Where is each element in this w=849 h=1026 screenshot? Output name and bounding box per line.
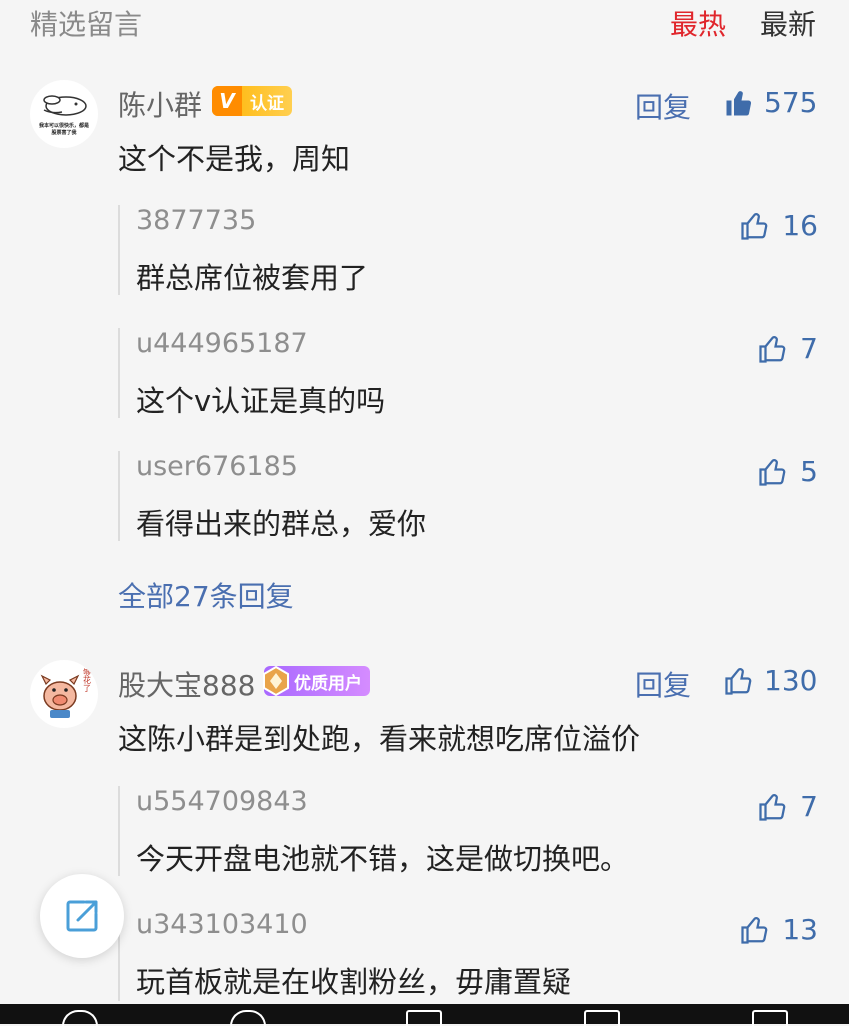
reply-item: 3877735 16 群总席位被套用了 <box>118 205 820 295</box>
thumbs-up-outline-icon <box>759 335 786 363</box>
reply-text: 群总席位被套用了 <box>136 261 369 295</box>
comments-header: 精选留言 最热 最新 <box>0 0 849 43</box>
avatar-caption-1: 我本可以很快乐，都是 <box>39 122 90 129</box>
avatar-caption-2: 股票害了我 <box>51 129 76 136</box>
reply-text: 今天开盘电池就不错，这是做切换吧。 <box>136 842 630 876</box>
reply-like-count: 5 <box>800 455 818 488</box>
reply-button[interactable]: 回复 <box>635 664 691 704</box>
reply-text: 玩首板就是在收割粉丝，毋庸置疑 <box>136 965 572 999</box>
gem-badge-icon <box>263 665 289 697</box>
like-count: 130 <box>764 664 818 697</box>
bottom-toolbar <box>0 1004 849 1026</box>
thumbs-up-outline-icon <box>741 212 768 240</box>
cartoon-rabbit-icon: 我本可以很快乐，都是 股票害了我 <box>39 95 90 136</box>
reply-username[interactable]: u343103410 <box>136 909 308 940</box>
reply-like-count: 13 <box>782 913 818 946</box>
verified-badge: V 认证 <box>212 86 292 116</box>
reply-text: 这个v认证是真的吗 <box>136 384 386 418</box>
avatar[interactable]: 我本可以很快乐，都是 股票害了我 <box>30 80 98 148</box>
reply-username[interactable]: 3877735 <box>136 205 256 236</box>
reply-button[interactable]: 回复 <box>635 86 691 126</box>
comment-text: 这个不是我，周知 <box>118 142 351 176</box>
reply-like-button[interactable]: 7 <box>758 332 818 365</box>
thumbs-up-outline-icon <box>725 667 752 695</box>
reply-username[interactable]: user676185 <box>136 451 298 482</box>
reply-text: 看得出来的群总，爱你 <box>136 507 427 541</box>
cartoon-pig-icon: 够花了 <box>40 667 92 718</box>
comment-username[interactable]: 陈小群 <box>118 84 202 124</box>
quality-user-badge: 优质用户 <box>263 665 370 697</box>
section-title: 精选留言 <box>30 8 143 41</box>
avatar-caption: 够花了 <box>83 667 92 692</box>
reply-like-button[interactable]: 5 <box>758 455 818 488</box>
like-button[interactable]: 575 <box>724 86 817 119</box>
reply-like-button[interactable]: 13 <box>740 913 818 946</box>
reply-like-button[interactable]: 7 <box>758 790 818 823</box>
avatar[interactable]: 够花了 <box>30 660 98 728</box>
reply-item: u554709843 7 今天开盘电池就不错，这是做切换吧。 <box>118 786 820 876</box>
reply-item: user676185 5 看得出来的群总，爱你 <box>118 451 820 541</box>
like-count: 575 <box>764 86 818 119</box>
tab-hottest[interactable]: 最热 <box>670 3 726 43</box>
reply-item: u343103410 13 玩首板就是在收割粉丝，毋庸置疑 <box>118 909 820 1001</box>
thumbs-up-outline-icon <box>741 916 768 944</box>
reply-item: u444965187 7 这个v认证是真的吗 <box>118 328 820 418</box>
reply-like-count: 16 <box>782 209 818 242</box>
reply-like-count: 7 <box>800 332 818 365</box>
thumbs-up-outline-icon <box>759 793 786 821</box>
write-comment-button[interactable] <box>40 874 124 958</box>
reply-like-count: 7 <box>800 790 818 823</box>
reply-like-button[interactable]: 16 <box>740 209 818 242</box>
thumbs-up-outline-icon <box>759 458 786 486</box>
reply-username[interactable]: u444965187 <box>136 328 308 359</box>
badge-label: 认证 <box>250 93 284 114</box>
comment-username[interactable]: 股大宝888 <box>118 664 255 704</box>
comment-text: 这陈小群是到处跑，看来就想吃席位溢价 <box>118 722 641 756</box>
share-edit-icon <box>66 900 98 932</box>
v-icon: V <box>212 86 242 116</box>
reply-username[interactable]: u554709843 <box>136 786 308 817</box>
thumbs-up-icon <box>726 90 752 116</box>
tab-newest[interactable]: 最新 <box>760 3 816 43</box>
like-button[interactable]: 130 <box>724 664 817 697</box>
badge-label: 优质用户 <box>294 673 362 694</box>
view-all-replies-link[interactable]: 全部27条回复 <box>118 575 294 615</box>
